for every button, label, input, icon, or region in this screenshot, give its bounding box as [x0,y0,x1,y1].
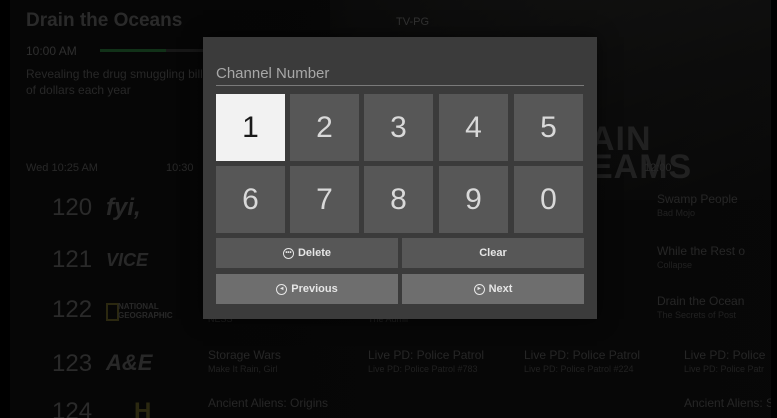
previous-button[interactable]: ◂ Previous [216,274,398,304]
remote-button-icon: ••• [282,247,294,259]
key-1[interactable]: 1 [216,94,285,161]
clear-button[interactable]: Clear [402,238,584,268]
channel-number-field [216,85,584,86]
key-4[interactable]: 4 [439,94,508,161]
key-7[interactable]: 7 [290,166,359,233]
fast-forward-icon: ▸ [473,283,485,295]
next-button[interactable]: ▸ Next [402,274,584,304]
rewind-icon: ◂ [276,283,288,295]
key-0[interactable]: 0 [514,166,583,233]
delete-button[interactable]: ••• Delete [216,238,398,268]
key-8[interactable]: 8 [364,166,433,233]
next-label: Next [488,283,513,295]
tv-screen: Drain the Oceans TV-PG 10:00 AM Revealin… [0,0,777,418]
key-5[interactable]: 5 [514,94,583,161]
key-2[interactable]: 2 [290,94,359,161]
key-9[interactable]: 9 [439,166,508,233]
key-6[interactable]: 6 [216,166,285,233]
channel-number-label: Channel Number [216,65,330,82]
clear-label: Clear [479,247,507,259]
previous-label: Previous [291,283,338,295]
delete-label: Delete [297,247,332,259]
key-3[interactable]: 3 [364,94,433,161]
channel-number-dialog: Channel Number 1 2 3 4 5 6 7 8 9 0 ••• D… [203,37,597,319]
